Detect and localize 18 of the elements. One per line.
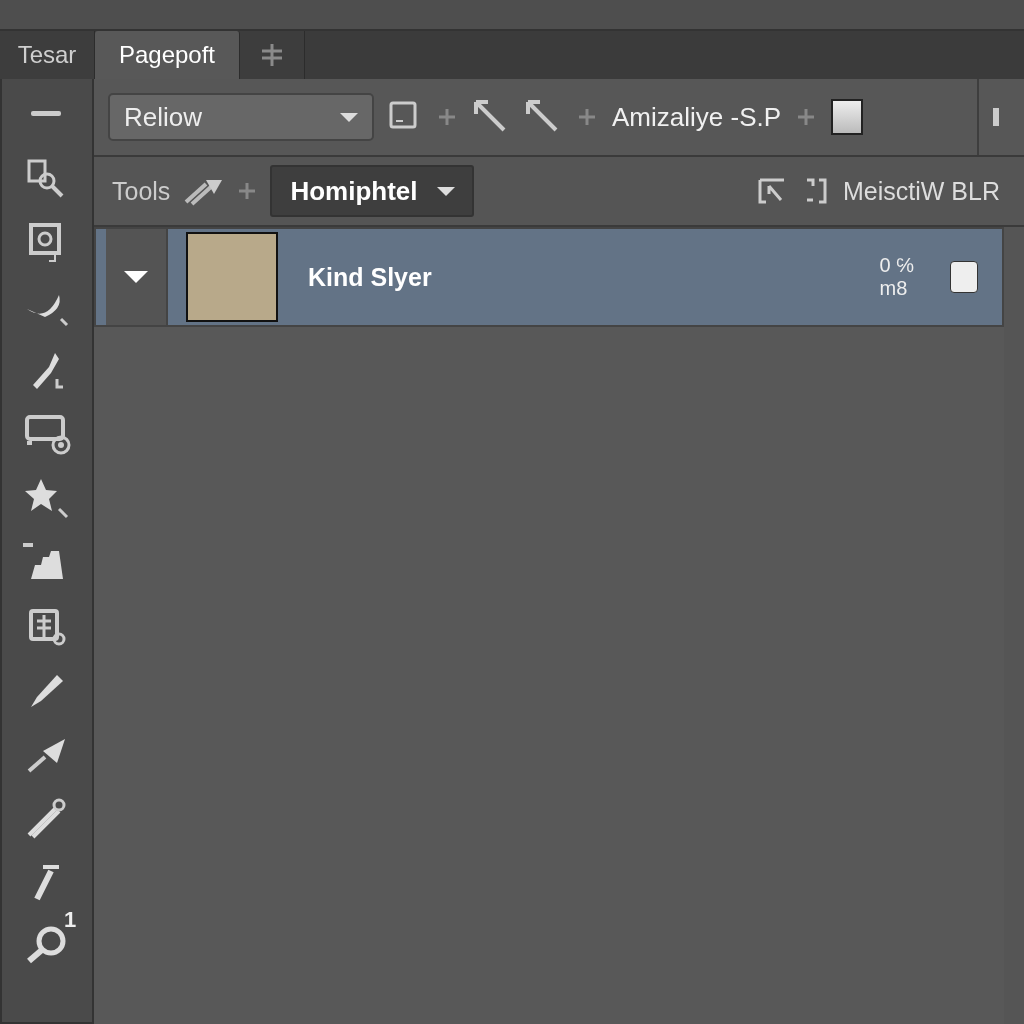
tab[interactable]: Pagepoft [95, 31, 240, 79]
caret-icon [437, 186, 456, 196]
caret-icon [340, 112, 358, 122]
tools-label: Tools [112, 176, 171, 206]
plus-icon [259, 42, 285, 68]
disclosure-triangle-icon[interactable] [124, 271, 148, 283]
option-label: Amizaliye -S.P [612, 101, 782, 133]
layer-name: Kind Slyer [308, 262, 433, 292]
color-swatch[interactable] [831, 99, 864, 135]
layer-info: 0 ℅ [879, 254, 914, 277]
preset-dropdown[interactable]: Reliow [108, 93, 374, 141]
panel-handle[interactable] [993, 108, 1000, 126]
status-text: MeisctiW BLR [843, 176, 1000, 206]
layer-row[interactable]: Kind Slyer 0 ℅ m8 [94, 227, 1004, 327]
checkbox[interactable] [950, 261, 978, 293]
tool-count: 1 [64, 907, 77, 933]
mode-dropdown[interactable]: Homiphtel [270, 165, 475, 217]
layer-info: m8 [879, 277, 909, 300]
